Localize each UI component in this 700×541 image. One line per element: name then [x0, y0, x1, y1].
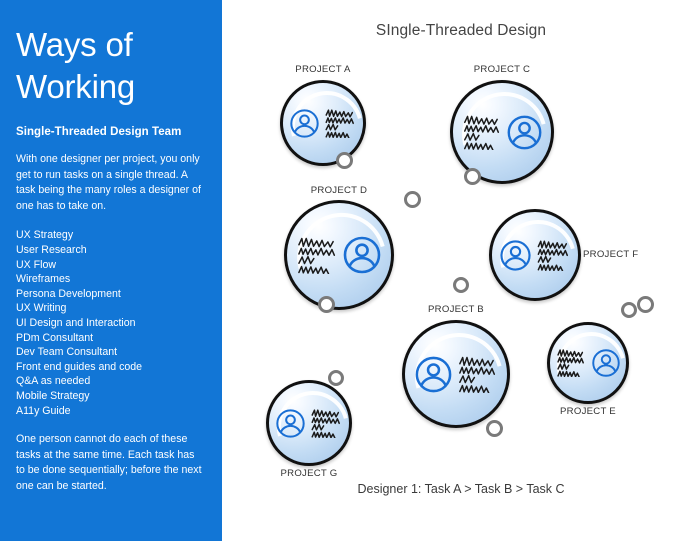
- diagram-panel: SIngle-Threaded Design PROJECT A PROJECT …: [222, 0, 700, 541]
- sidebar-subtitle: Single-Threaded Design Team: [16, 126, 182, 139]
- skill-list-item: UX Flow: [16, 258, 57, 271]
- person-icon: [276, 408, 305, 438]
- project-label: PROJECT C: [473, 64, 531, 75]
- floating-task-ring[interactable]: [637, 296, 654, 313]
- project-bubble-group[interactable]: PROJECT A: [280, 64, 366, 169]
- project-bubble[interactable]: [280, 80, 366, 166]
- skill-list-item: User Research: [16, 243, 87, 256]
- person-icon: [415, 356, 452, 392]
- project-label: PROJECT D: [310, 185, 368, 196]
- project-bubble-group[interactable]: PROJECT G: [266, 370, 352, 479]
- bubble-contents: [550, 325, 626, 401]
- project-bubble[interactable]: [489, 209, 581, 301]
- skill-list-item: UX Writing: [16, 302, 67, 315]
- project-bubble[interactable]: [450, 80, 554, 184]
- project-label: PROJECT G: [280, 468, 338, 479]
- handwriting-scribble-icon: [325, 108, 354, 138]
- task-ring[interactable]: [328, 370, 344, 386]
- handwriting-scribble-icon: [556, 349, 584, 377]
- bubble-contents: [287, 203, 391, 307]
- task-ring[interactable]: [453, 277, 469, 293]
- skill-list-item: UX Strategy: [16, 229, 74, 242]
- floating-task-ring[interactable]: [404, 191, 421, 208]
- person-icon: [507, 115, 541, 149]
- handwriting-scribble-icon: [463, 115, 499, 150]
- bubble-contents: [269, 383, 349, 463]
- project-bubble-group[interactable]: PROJECT E: [547, 302, 637, 417]
- task-ring[interactable]: [336, 152, 353, 169]
- project-label: PROJECT B: [428, 304, 484, 315]
- task-ring[interactable]: [464, 168, 481, 185]
- project-bubble-group[interactable]: PROJECT C: [450, 64, 554, 185]
- bubble-contents: [453, 83, 551, 181]
- sidebar-description: With one designer per project, you only …: [16, 153, 201, 212]
- bubble-contents: [492, 212, 578, 298]
- handwriting-scribble-icon: [311, 408, 340, 438]
- skill-list-item: UI Design and Interaction: [16, 316, 136, 329]
- project-bubble-group[interactable]: PROJECT F: [453, 209, 638, 301]
- project-bubble-group[interactable]: PROJECT B: [402, 304, 510, 437]
- skill-list-item: Q&A as needed: [16, 375, 91, 388]
- person-icon: [290, 108, 319, 138]
- task-ring[interactable]: [318, 296, 335, 313]
- project-bubble[interactable]: [284, 200, 394, 310]
- project-bubble-group[interactable]: PROJECT D: [284, 185, 394, 313]
- handwriting-scribble-icon: [537, 239, 568, 271]
- project-label: PROJECT E: [560, 406, 616, 417]
- skill-list-item: Persona Development: [16, 287, 121, 300]
- person-icon: [591, 349, 620, 377]
- bubble-contents: [405, 323, 507, 425]
- diagram-title: SIngle-Threaded Design: [375, 22, 547, 39]
- project-label: PROJECT A: [295, 64, 351, 75]
- handwriting-scribble-icon: [298, 237, 336, 274]
- bubble-contents: [283, 83, 363, 163]
- project-bubble[interactable]: [266, 380, 352, 466]
- slide-canvas: Ways of Working Single-Threaded Design T…: [0, 0, 700, 541]
- skill-list: UX Strategy User Research UX Flow Wireframe…: [16, 228, 206, 418]
- skill-list-item: PDm Consultant: [16, 331, 94, 344]
- sidebar-panel: Ways of Working Single-Threaded Design T…: [0, 0, 222, 541]
- handwriting-scribble-icon: [459, 356, 496, 393]
- project-label: PROJECT F: [583, 249, 639, 260]
- person-icon: [500, 239, 531, 271]
- diagram-caption: Designer 1: Task A > Task B > Task C: [357, 482, 565, 496]
- skill-list-item: Dev Team Consultant: [16, 346, 118, 359]
- skill-list-item: Wireframes: [16, 273, 71, 286]
- task-ring[interactable]: [621, 302, 637, 318]
- project-bubble[interactable]: [547, 322, 629, 404]
- skill-list-item: A11y Guide: [16, 404, 71, 417]
- page-title: Ways of Working: [16, 26, 136, 106]
- project-bubble[interactable]: [402, 320, 510, 428]
- person-icon: [343, 236, 381, 274]
- skill-list-item: Front end guides and code: [16, 360, 143, 373]
- skill-list-item: Mobile Strategy: [16, 389, 90, 402]
- sidebar-footnote: One person cannot do each of these tasks…: [16, 433, 202, 492]
- task-ring[interactable]: [486, 420, 503, 437]
